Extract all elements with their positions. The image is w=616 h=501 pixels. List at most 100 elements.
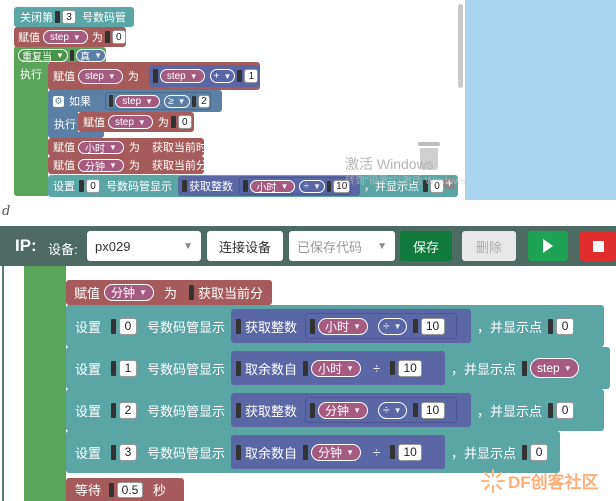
var-dropdown-hour[interactable]: 小时 ▼ bbox=[78, 140, 124, 155]
assign-label: 赋值 bbox=[53, 142, 75, 154]
run-button[interactable] bbox=[528, 231, 568, 261]
get-integer-block[interactable]: 获取整数 小时 ▼ ÷ ▼ 10 bbox=[178, 176, 360, 196]
var-dropdown-step[interactable]: step ▼ bbox=[530, 358, 579, 378]
remainder-label: 取余数自 bbox=[245, 445, 298, 461]
math-divide-block[interactable]: 小时 ▼ ÷ ▼ 10 bbox=[305, 313, 458, 339]
set-label: 设置 bbox=[75, 319, 102, 335]
operator-dropdown[interactable]: + ▼ bbox=[209, 69, 236, 83]
assign-label: 赋值 bbox=[53, 160, 75, 172]
set-display-block-2[interactable]: 设置 2 号数码管显示 获取整数 分钟 ▼ ÷ ▼ 10 ，并显示点 0 bbox=[66, 389, 604, 431]
dot-value[interactable]: 0 bbox=[556, 401, 575, 419]
get-integer-label: 获取整数 bbox=[245, 319, 298, 335]
get-current-minute[interactable]: 获取当前分 bbox=[152, 157, 207, 173]
var-dropdown-step[interactable]: step ▼ bbox=[115, 94, 161, 108]
value-input[interactable]: 1 bbox=[244, 69, 259, 83]
math-divide-block[interactable]: 小时 ▼ ÷ ▼ 10 bbox=[239, 177, 351, 195]
outer-loop-body[interactable] bbox=[24, 266, 66, 501]
chevron-down-icon: ▼ bbox=[346, 447, 354, 457]
show-dot-label: ，并显示点 bbox=[477, 319, 543, 335]
top-scrollbar[interactable] bbox=[458, 4, 463, 88]
right-blue-area bbox=[465, 0, 616, 200]
df-watermark: DF创客社区 bbox=[508, 473, 599, 492]
display-number[interactable]: 0 bbox=[86, 179, 100, 193]
set-label: 设置 bbox=[75, 445, 102, 461]
value-input[interactable]: 10 bbox=[398, 359, 423, 377]
get-integer-block[interactable]: 获取整数 小时 ▼ ÷ ▼ 10 bbox=[231, 309, 472, 343]
var-dropdown-hour[interactable]: 小时 ▼ bbox=[249, 179, 296, 194]
dot-value[interactable]: 0 bbox=[530, 443, 549, 461]
set-display-block-0[interactable]: 设置 0 号数码管显示 获取整数 小时 ▼ ÷ ▼ 10 ，并显示点 0 bbox=[66, 305, 604, 347]
save-button[interactable]: 保存 bbox=[400, 231, 452, 261]
chevron-down-icon: ▼ bbox=[107, 71, 116, 81]
display-number[interactable]: 0 bbox=[119, 317, 138, 335]
separator-letter: d bbox=[2, 204, 11, 219]
play-icon bbox=[543, 239, 553, 253]
operator-dropdown[interactable]: ÷ ▼ bbox=[299, 179, 325, 193]
get-integer-block[interactable]: 获取整数 分钟 ▼ ÷ ▼ 10 bbox=[231, 393, 472, 427]
value-input[interactable]: 0 bbox=[177, 115, 192, 129]
display-number[interactable]: 3 bbox=[119, 443, 138, 461]
repeat-while-block[interactable]: 重复当 ▼ 真 ▼ bbox=[14, 47, 106, 63]
set-label: 设置 bbox=[75, 361, 102, 377]
operator-dropdown[interactable]: ≥ ▼ bbox=[164, 94, 190, 108]
display-label: 号数码管显示 bbox=[147, 403, 226, 419]
math-divide-block[interactable]: 分钟 ▼ ÷ ▼ 10 bbox=[305, 397, 458, 423]
value-input[interactable]: 10 bbox=[420, 401, 445, 419]
chevron-down-icon: ▼ bbox=[353, 321, 361, 331]
var-dropdown-minute[interactable]: 分钟 ▼ bbox=[318, 401, 368, 419]
wait-value[interactable]: 0.5 bbox=[117, 481, 144, 498]
get-current-minute[interactable]: 获取当前分 bbox=[198, 283, 263, 302]
left-border bbox=[2, 266, 4, 501]
compare-block[interactable]: step ▼ ≥ ▼ 2 bbox=[105, 92, 211, 110]
var-dropdown-minute[interactable]: 分钟 ▼ bbox=[311, 443, 361, 461]
assign-minute-block[interactable]: 赋值 分钟 ▼ 为 获取当前分 bbox=[48, 156, 207, 174]
get-current-hour[interactable]: 获取当前时 bbox=[152, 139, 207, 155]
set-display-block-1[interactable]: 设置 1 号数码管显示 取余数自 小时 ▼ ÷ 10 ，并显示点 step ▼ bbox=[66, 347, 610, 389]
gear-icon[interactable]: ⚙ bbox=[53, 95, 64, 107]
if-block[interactable]: ⚙ 如果 step ▼ ≥ ▼ 2 bbox=[48, 90, 222, 112]
var-dropdown-step[interactable]: step ▼ bbox=[108, 115, 153, 129]
repeat-dropdown[interactable]: 重复当 ▼ bbox=[18, 48, 68, 63]
assign-minute-block[interactable]: 赋值 分钟 ▼ 为 获取当前分 bbox=[66, 280, 272, 305]
dot-value[interactable]: 0 bbox=[556, 317, 575, 335]
connect-device-button[interactable]: 连接设备 bbox=[207, 231, 283, 261]
get-integer-label: 获取整数 bbox=[189, 181, 233, 193]
remainder-block[interactable]: 取余数自 分钟 ▼ ÷ 10 bbox=[231, 435, 446, 469]
display-label: 号数码管显示 bbox=[147, 319, 226, 335]
chevron-down-icon: ▼ bbox=[109, 142, 117, 152]
stop-button[interactable] bbox=[580, 231, 616, 261]
assign-step-block[interactable]: 赋值 step ▼ 为 0 bbox=[14, 27, 126, 47]
value-input[interactable]: 2 bbox=[197, 94, 211, 108]
value-input[interactable]: 10 bbox=[398, 443, 423, 461]
assign-step-zero-block[interactable]: 赋值 step ▼ 为 0 bbox=[78, 112, 194, 132]
show-dot-label: ，并显示点 bbox=[477, 403, 543, 419]
assign-hour-block[interactable]: 赋值 小时 ▼ 为 获取当前时 bbox=[48, 138, 207, 156]
var-dropdown-hour[interactable]: 小时 ▼ bbox=[311, 359, 361, 377]
math-add-block[interactable]: step ▼ + ▼ 1 bbox=[148, 65, 260, 87]
var-dropdown-hour[interactable]: 小时 ▼ bbox=[318, 317, 368, 335]
display-number[interactable]: 2 bbox=[119, 401, 138, 419]
var-dropdown-minute[interactable]: 分钟 ▼ bbox=[78, 158, 124, 173]
var-dropdown-step[interactable]: step ▼ bbox=[159, 69, 205, 83]
display-number[interactable]: 1 bbox=[119, 359, 138, 377]
operator-dropdown[interactable]: ÷ ▼ bbox=[377, 401, 407, 419]
display-number[interactable]: 3 bbox=[62, 10, 76, 24]
device-select[interactable]: px029 ▼ bbox=[87, 231, 201, 261]
var-dropdown-step[interactable]: step ▼ bbox=[78, 68, 123, 84]
chevron-down-icon: ▼ bbox=[280, 181, 289, 191]
saved-code-select[interactable]: 已保存代码 ▼ bbox=[289, 231, 395, 261]
turn-off-display-block[interactable]: 关闭第 3 号数码管 bbox=[14, 7, 134, 27]
var-dropdown-step[interactable]: step ▼ bbox=[43, 30, 88, 44]
chevron-down-icon: ▼ bbox=[393, 405, 402, 415]
value-input[interactable]: 0 bbox=[111, 30, 126, 44]
var-dropdown-minute[interactable]: 分钟 ▼ bbox=[104, 284, 154, 301]
chevron-down-icon: ▼ bbox=[72, 32, 81, 42]
assign-step-plus-block[interactable]: 赋值 step ▼ 为 step ▼ + ▼ 1 bbox=[48, 62, 260, 90]
to-label: 为 bbox=[128, 142, 140, 154]
remainder-block[interactable]: 取余数自 小时 ▼ ÷ 10 bbox=[231, 351, 446, 385]
wait-block[interactable]: 等待 0.5 秒 bbox=[66, 478, 184, 501]
value-input[interactable]: 10 bbox=[420, 317, 445, 335]
operator-dropdown[interactable]: ÷ ▼ bbox=[377, 317, 407, 335]
true-dropdown[interactable]: 真 ▼ bbox=[76, 48, 106, 63]
delete-button[interactable]: 删除 bbox=[462, 231, 516, 261]
